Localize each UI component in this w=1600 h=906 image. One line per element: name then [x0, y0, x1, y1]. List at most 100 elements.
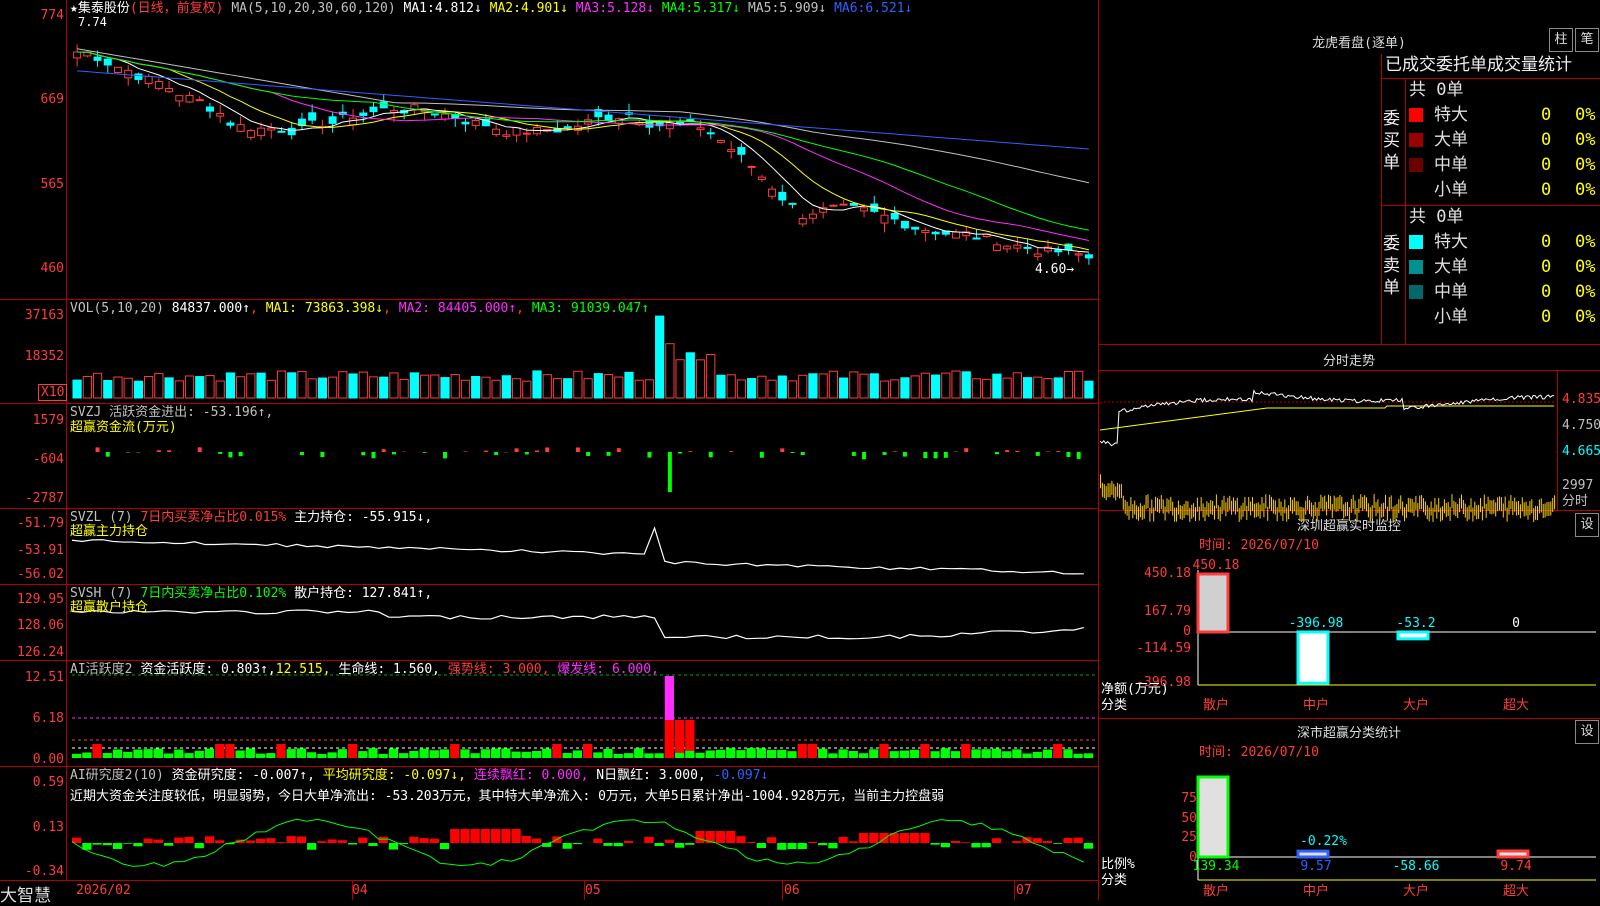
xaxis-label: 07 [1016, 883, 1032, 898]
ma2-label: MA2: [490, 1, 521, 16]
candle-body [114, 67, 121, 72]
ai-activity-bar [706, 750, 715, 758]
star-icon[interactable]: ★ [70, 1, 78, 16]
volume-bar [216, 381, 224, 398]
ai-activity-bar [205, 749, 214, 758]
volume-bar [482, 377, 490, 398]
ai-research-bar [603, 843, 612, 846]
ai-research-bar [215, 840, 224, 843]
volume-bar [635, 380, 643, 398]
volume-bar [707, 354, 715, 398]
ai-research-bar [276, 842, 285, 843]
volume-bar [308, 379, 316, 398]
divider [1099, 510, 1600, 511]
volume-bar [972, 379, 980, 398]
volume-bar [206, 375, 214, 398]
sz-monitor-time: 时间: 2026/07/10 [1199, 538, 1319, 553]
candle-body [973, 238, 980, 239]
ai-activity-bar [930, 751, 939, 758]
ai-research-bar [818, 843, 827, 845]
volume-bar [543, 375, 551, 398]
order-count: 0 [1541, 179, 1551, 201]
order-label: 中单 [1434, 154, 1468, 176]
ai-activity-bar [879, 744, 888, 758]
stats-category-label: 超大 [1486, 884, 1546, 899]
ai-research-bar [328, 839, 337, 843]
stats-category-label: 中户 [1286, 884, 1346, 899]
ai-activity-bar [1084, 753, 1093, 758]
ai-research-bar [1053, 843, 1062, 844]
volume-bar [277, 371, 285, 398]
ai-activity-bar [501, 748, 510, 758]
volume-bar [778, 376, 786, 398]
ai-research-bar [164, 843, 173, 846]
order-pct: 0% [1575, 154, 1595, 176]
fund-flow-bar [647, 452, 651, 458]
order-row: 小单00% [1409, 179, 1600, 204]
ai-activity-bar [133, 750, 142, 758]
sell-rows: 特大00%大单00%中单00%小单00% [1409, 231, 1600, 331]
ai-activity-bar [256, 754, 265, 758]
ai-title: AI活跃度2 [70, 662, 132, 677]
volume-bar [461, 380, 469, 398]
ai-research-bar [491, 829, 500, 843]
fund-flow-bar [607, 452, 611, 456]
fund-flow-bar [157, 450, 161, 452]
fund-flow-bar [1066, 452, 1070, 457]
ai-activity-bar [246, 749, 255, 758]
volume-bar [369, 377, 377, 398]
candle-body [779, 192, 786, 200]
ai-activity-bar [910, 750, 919, 758]
candle-body [166, 89, 173, 92]
ai-research-bar [471, 829, 480, 843]
candle-body [1014, 245, 1021, 248]
fund-flow-bar [167, 450, 171, 452]
ai-activity-bar [348, 744, 357, 758]
volume-bar [185, 376, 193, 398]
candle-body [309, 113, 316, 120]
sz-monitor-settings-button[interactable]: 设 [1575, 513, 1599, 537]
candle-body [288, 128, 295, 134]
ai-activity-bar [440, 749, 449, 758]
retail-holding-line [72, 610, 1084, 639]
ai-activity-bar [164, 753, 173, 758]
xaxis-tick [352, 880, 353, 900]
sz-bar-label: -396.98 [1286, 616, 1346, 631]
candle-body [728, 150, 735, 152]
candle-body [237, 125, 244, 132]
fund-flow-bar [1036, 452, 1040, 456]
order-pct: 0% [1575, 256, 1595, 278]
fund-flow-bar [954, 451, 958, 452]
ai-research-bar [379, 837, 388, 843]
ai2-red-streak: 连续飘红: 0.000, [474, 768, 589, 783]
fund-flow-bar [106, 452, 110, 457]
divider [1381, 54, 1382, 344]
tabs-text[interactable]: 已成交委托单成交量统计 [1385, 54, 1572, 76]
price-axis-tick: 669 [2, 92, 64, 107]
fund-flow-bar [852, 452, 856, 456]
ai-lifeline: 生命线: 1.560, [338, 662, 440, 677]
tick-mode-button[interactable]: 笔 [1575, 28, 1599, 52]
volume-bar [165, 378, 173, 398]
candle-body [748, 166, 755, 167]
ai-axis-tick: 12.51 [2, 670, 64, 685]
sz-monitor-title: 深圳超赢实时监控 [1249, 515, 1449, 534]
ai-activity-bar [777, 750, 786, 758]
xaxis-label: 04 [352, 883, 368, 898]
bar-mode-button[interactable]: 柱 [1549, 28, 1573, 52]
volume-bar [349, 374, 357, 398]
ai-research-bar [205, 836, 214, 843]
ai-research-bar [133, 843, 142, 846]
candle-body [707, 133, 714, 134]
volume-bar [921, 373, 929, 398]
main-holding-line [72, 528, 1084, 574]
main-chart-canvas[interactable] [0, 0, 1098, 900]
order-count: 0 [1541, 281, 1551, 303]
sz-stats-settings-button[interactable]: 设 [1575, 720, 1599, 744]
candle-body [687, 120, 694, 121]
ai-activity-bar [614, 754, 623, 758]
ma4-value: 5.317↓ [693, 1, 740, 16]
ai-activity-bar [358, 751, 367, 758]
fund-flow-bar [545, 447, 549, 452]
fund-flow-bar [923, 452, 927, 458]
